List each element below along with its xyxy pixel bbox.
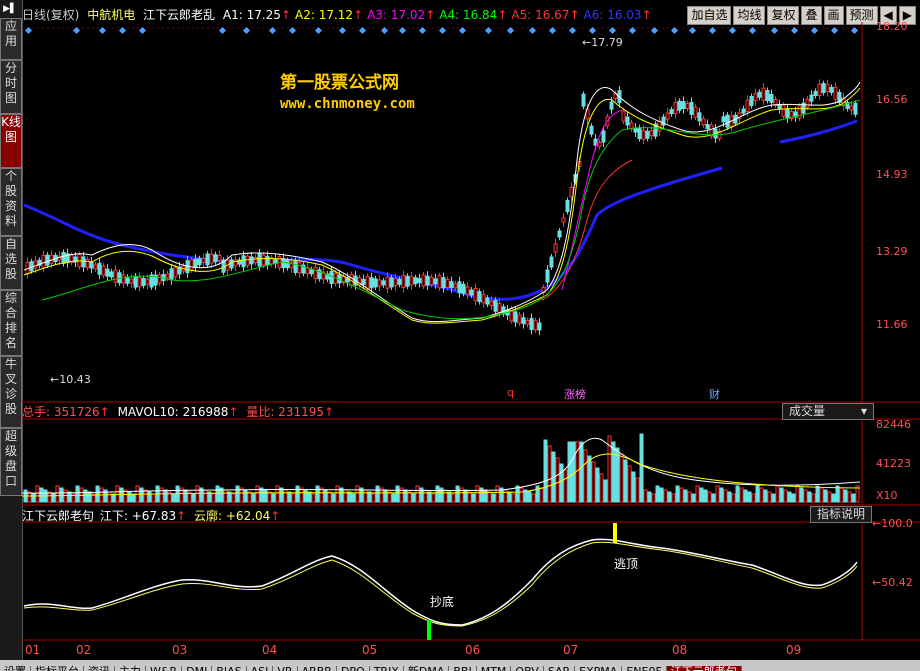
volume-axis-1: 82446 [876, 418, 911, 431]
watermark-url: www.chnmoney.com [280, 96, 415, 112]
price-axis-1: 18.20 [876, 20, 908, 33]
indicator-axis-2: ←50.42 [872, 576, 913, 589]
tab-indicator[interactable]: 江下云郎老句 [666, 666, 742, 671]
tab-indicator[interactable]: W&R [146, 666, 183, 671]
indicator-title: 江下云郎老句 [22, 509, 95, 523]
indicator-tab-bar: 设置指标平台资讯主力W&RDMIBIASASIVRARBRDPOTRIX新DMA… [0, 660, 920, 671]
tab-indicator[interactable]: TRIX [370, 666, 404, 671]
watermark-title: 第一股票公式网 [280, 73, 399, 93]
volume-header: 总手: 351726↑ MAVOL10: 216988↑ 量比: 231195↑ [22, 405, 335, 419]
tab-indicator[interactable]: BIAS [212, 666, 247, 671]
sidebar-item-watchlist[interactable]: 自选股 [0, 236, 22, 290]
month-06: 06 [465, 643, 481, 657]
zhangbang-marker: 涨榜 [564, 388, 586, 401]
month-05: 05 [362, 643, 378, 657]
month-03: 03 [172, 643, 188, 657]
chevron-down-icon: ▾ [860, 404, 867, 418]
taoding-marker [613, 523, 617, 543]
tab-indicator[interactable]: 新DMA [404, 666, 450, 671]
sidebar-item-diagnosis[interactable]: 牛叉诊股 [0, 356, 22, 428]
volume-axis-2: 41223 [876, 457, 911, 470]
tab-indicator[interactable]: ENE0F [622, 666, 667, 671]
tab-indicator[interactable]: EXPMA [575, 666, 623, 671]
volume-selector[interactable]: 成交量 ▾ [782, 403, 874, 420]
chaodi-label: 抄底 [430, 595, 455, 609]
indicator-header: 江下云郎老句 江下: +67.83↑ 云廓: +62.04↑ [22, 509, 281, 523]
q-marker: q [507, 386, 514, 399]
month-04: 04 [262, 643, 278, 657]
month-09: 09 [786, 643, 802, 657]
tab-indicator[interactable]: ASI [247, 666, 274, 671]
tab-indicator[interactable]: 指标平台 [31, 666, 84, 671]
price-axis-4: 13.29 [876, 245, 908, 258]
tab-indicator[interactable]: MTM [477, 666, 512, 671]
indicator-help-button[interactable]: 指标说明 [810, 506, 873, 523]
yunlang-value: 云廓: +62.04 [194, 509, 271, 523]
sidebar: ▶▌ 应用 分时图 K线图 个股资料 自选股 综合排名 牛叉诊股 超级盘口 [0, 0, 23, 671]
month-02: 02 [76, 643, 92, 657]
tab-indicator[interactable]: BBI [449, 666, 477, 671]
tab-indicator[interactable]: SAR [544, 666, 576, 671]
sidebar-item-depth[interactable]: 超级盘口 [0, 428, 22, 496]
cai-marker: 财 [709, 388, 720, 401]
tab-indicator[interactable]: DPO [337, 666, 370, 671]
tab-indicator[interactable]: 设置 [0, 666, 31, 671]
volume-bars [23, 433, 860, 503]
tab-indicator[interactable]: VR [273, 666, 298, 671]
candles [25, 79, 858, 335]
sidebar-item-timeshare[interactable]: 分时图 [0, 60, 22, 114]
price-axis-2: 16.56 [876, 93, 908, 106]
sidebar-item-profile[interactable]: 个股资料 [0, 168, 22, 236]
tab-indicator[interactable]: ARBR [298, 666, 337, 671]
jiangxia-line [23, 538, 858, 626]
indicator-axis-1: ←100.0 [872, 517, 913, 530]
month-08: 08 [672, 643, 688, 657]
kline-chart[interactable] [22, 0, 920, 671]
tab-indicator[interactable]: OBV [511, 666, 544, 671]
taoding-label: 逃顶 [614, 557, 639, 571]
high-price-label: ←17.79 [582, 36, 623, 49]
chart-area: 日线(复权) 中航机电 江下云郎老乱 A1: 17.25↑ A2: 17.12↑ A… [22, 0, 920, 671]
signal-dots [24, 26, 859, 35]
sidebar-item-kline[interactable]: K线图 [0, 114, 22, 168]
liangbi-value: 量比: 231195 [246, 405, 324, 419]
jiangxia-value: 江下: +67.83 [99, 509, 177, 523]
zongshou-value: 总手: 351726 [22, 405, 100, 419]
low-price-label: ←10.43 [50, 373, 91, 386]
volume-axis-3: X10 [876, 489, 898, 502]
collapse-icon[interactable]: ▶▌ [2, 4, 18, 14]
chaodi-marker [427, 620, 431, 640]
yunlang-line [23, 541, 858, 627]
month-07: 07 [563, 643, 579, 657]
price-axis-3: 14.93 [876, 168, 908, 181]
mavol-value: MAVOL10: 216988 [117, 405, 229, 419]
sidebar-item-apps[interactable]: 应用 [0, 18, 22, 60]
tab-indicator[interactable]: DMI [182, 666, 213, 671]
sidebar-item-ranking[interactable]: 综合排名 [0, 290, 22, 356]
tab-indicator[interactable]: 资讯 [84, 666, 115, 671]
price-axis-5: 11.66 [876, 318, 908, 331]
tab-indicator[interactable]: 主力 [115, 666, 146, 671]
month-01: 01 [25, 643, 41, 657]
